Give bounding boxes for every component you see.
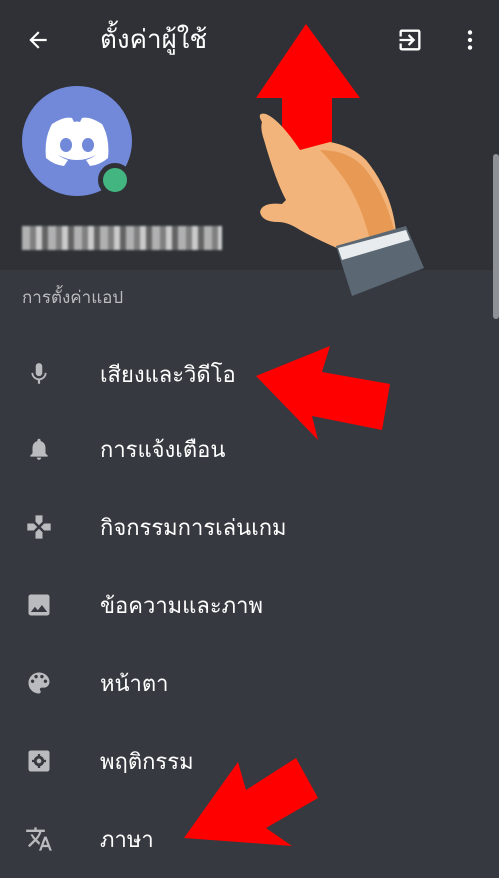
settings-item-label: หน้าตา	[100, 671, 169, 697]
settings-item-label: เสียงและวิดีโอ	[100, 362, 236, 388]
logout-icon	[399, 29, 421, 51]
microphone-icon	[22, 357, 56, 391]
settings-item-notifications[interactable]: การแจ้งเตือน	[0, 410, 499, 488]
settings-box-icon	[22, 744, 56, 778]
online-status-indicator	[98, 163, 132, 197]
bell-icon	[22, 432, 56, 466]
settings-item-game-activity[interactable]: กิจกรรมการเล่นเกม	[0, 488, 499, 566]
section-label: การตั้งค่าแอป	[22, 288, 124, 308]
palette-icon	[22, 666, 56, 700]
image-icon	[22, 588, 56, 622]
settings-item-appearance[interactable]: หน้าตา	[0, 644, 499, 722]
settings-item-language[interactable]: ภาษา	[0, 800, 499, 878]
more-options-button[interactable]	[452, 22, 488, 58]
back-button[interactable]	[20, 22, 56, 58]
settings-item-voice-video[interactable]: เสียงและวิดีโอ	[0, 335, 499, 413]
scrollbar[interactable]	[493, 154, 499, 319]
settings-item-label: พฤติกรรม	[100, 749, 194, 775]
settings-item-behavior[interactable]: พฤติกรรม	[0, 722, 499, 800]
logout-button[interactable]	[392, 22, 428, 58]
more-vertical-icon	[467, 30, 473, 50]
settings-item-label: ภาษา	[100, 827, 154, 853]
gamepad-icon	[22, 510, 56, 544]
settings-item-text-images[interactable]: ข้อความและภาพ	[0, 566, 499, 644]
arrow-back-icon	[29, 31, 47, 49]
settings-item-label: กิจกรรมการเล่นเกม	[100, 515, 287, 541]
username-redacted	[22, 226, 222, 250]
settings-item-label: ข้อความและภาพ	[100, 593, 264, 619]
settings-item-label: การแจ้งเตือน	[100, 437, 226, 463]
translate-icon	[22, 822, 56, 856]
page-title: ตั้งค่าผู้ใช้	[100, 25, 208, 55]
